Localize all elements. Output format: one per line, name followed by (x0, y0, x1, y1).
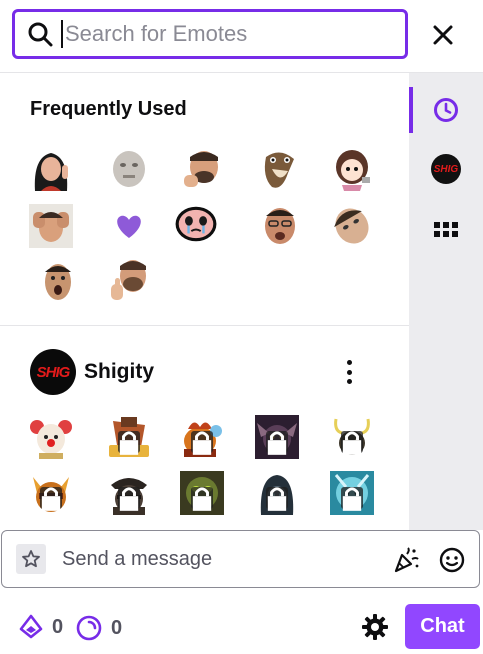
bits-count: 0 (52, 615, 64, 638)
emote-hooded[interactable] (255, 471, 299, 515)
star-icon (22, 550, 40, 568)
emote-green[interactable] (180, 471, 224, 515)
emote-fire-heart[interactable] (180, 415, 224, 459)
emote-snake[interactable] (258, 147, 302, 191)
more-dot-icon (346, 369, 352, 375)
clock-icon (434, 98, 458, 122)
lock-icon (191, 431, 213, 455)
animated-emotes-button[interactable] (392, 546, 420, 574)
emote-ice[interactable] (330, 471, 374, 515)
channel-points-count: 0 (111, 616, 123, 639)
cartoon-girl-emote-icon (336, 150, 370, 191)
lock-icon (191, 487, 213, 511)
snake-emote-icon (264, 152, 294, 188)
emote-pirate[interactable] (107, 471, 151, 515)
purple-heart-emote-icon (117, 215, 141, 238)
grid-icon (434, 222, 458, 237)
thumbs-up-man-emote-icon (111, 260, 146, 300)
send-chat-button[interactable]: Chat (405, 604, 480, 649)
party-popper-icon (394, 547, 419, 573)
emote-clown[interactable] (29, 415, 73, 459)
blurry-face-emote-icon (113, 151, 145, 187)
lock-icon (118, 431, 140, 455)
chat-settings-button[interactable] (360, 612, 390, 642)
close-button[interactable] (426, 18, 460, 52)
emote-helmet[interactable] (29, 471, 73, 515)
category-shigity[interactable]: SHIG (409, 141, 483, 197)
send-message-input[interactable] (62, 547, 362, 571)
lock-icon (266, 431, 288, 455)
gear-icon (362, 614, 388, 640)
more-dot-icon (346, 360, 352, 365)
emote-stressed-man[interactable] (29, 204, 73, 248)
emote-thinking-man[interactable] (180, 147, 224, 191)
clown-emote-icon (30, 420, 72, 459)
category-all[interactable] (409, 202, 483, 258)
smiley-icon (439, 547, 465, 573)
emote-cartoon-girl[interactable] (330, 147, 374, 191)
shigity-logo-icon: SHIG (431, 154, 461, 184)
isaac-crying-emote-icon (175, 206, 217, 242)
chat-input-box[interactable] (1, 530, 480, 588)
emote-search-input[interactable] (61, 20, 381, 48)
shocked-man-emote-icon (45, 264, 71, 300)
lock-icon (266, 487, 288, 511)
emote-dark-creature[interactable] (255, 415, 299, 459)
lock-icon (40, 487, 62, 511)
emote-picker-button[interactable] (438, 546, 466, 574)
category-frequently-used[interactable] (409, 82, 483, 138)
emote-blurry-face[interactable] (107, 147, 151, 191)
lock-icon (341, 487, 363, 511)
channel-points-icon (76, 615, 102, 641)
close-icon (433, 25, 453, 45)
search-icon (28, 22, 53, 47)
more-dot-icon (346, 379, 352, 384)
emote-thumbs-up-man[interactable] (107, 258, 151, 302)
bits-icon (19, 614, 43, 639)
emote-angry-man[interactable] (258, 204, 302, 248)
tilted-face-emote-icon (334, 208, 369, 244)
lock-icon (118, 487, 140, 511)
emote-shocked-man[interactable] (36, 260, 80, 304)
emote-yellow-horns[interactable] (330, 415, 374, 459)
emote-category-bar: SHIG (409, 73, 483, 530)
emote-tilted-face[interactable] (330, 204, 374, 248)
stressed-man-emote-icon (29, 204, 73, 248)
woman-face-emote-icon (34, 153, 68, 191)
bits-balance[interactable]: 0 (18, 614, 63, 640)
thinking-man-emote-icon (184, 151, 218, 187)
channel-more-options-button[interactable] (336, 357, 362, 387)
emote-bonk[interactable] (107, 415, 151, 459)
channel-name: Shigity (84, 360, 155, 383)
emote-purple-heart[interactable] (107, 204, 151, 248)
emote-woman-face[interactable] (29, 147, 73, 191)
frequently-used-title: Frequently Used (30, 98, 187, 120)
lock-icon (341, 431, 363, 455)
emote-isaac-crying[interactable] (174, 202, 230, 250)
angry-man-emote-icon (265, 208, 295, 244)
section-divider (0, 325, 409, 326)
emote-search-box[interactable] (12, 9, 408, 59)
channel-logo: SHIG (30, 349, 76, 395)
favorite-button[interactable] (16, 544, 46, 574)
channel-points-balance[interactable]: 0 (75, 614, 122, 642)
